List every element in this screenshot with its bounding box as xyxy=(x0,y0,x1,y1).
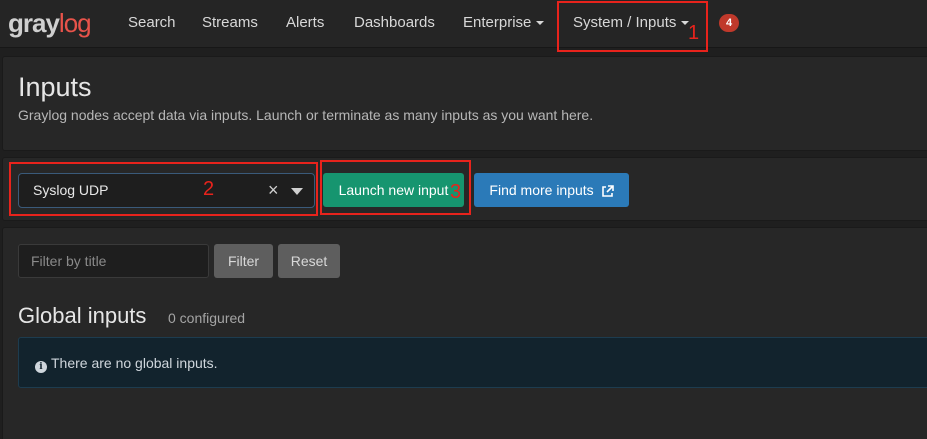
annotation-box-1 xyxy=(557,1,708,52)
notification-badge[interactable]: 4 xyxy=(719,14,739,32)
logo-text-red: log xyxy=(58,8,92,38)
info-circle-icon: i xyxy=(35,361,47,373)
filter-by-title-input[interactable] xyxy=(18,244,209,278)
nav-enterprise-label: Enterprise xyxy=(463,14,532,31)
alert-text-row: i There are no global inputs. xyxy=(35,355,218,373)
annotation-number-1: 1 xyxy=(688,22,700,44)
find-more-label: Find more inputs xyxy=(489,182,594,198)
external-link-icon xyxy=(601,184,614,197)
logo-text-gray: gray xyxy=(8,8,60,38)
global-inputs-count: 0 configured xyxy=(168,310,246,326)
graylog-logo[interactable]: graylog xyxy=(8,8,92,38)
top-navbar: graylog Search Streams Alerts Dashboards… xyxy=(0,0,927,48)
annotation-box-2 xyxy=(9,162,318,216)
annotation-number-3: 3 xyxy=(450,181,462,203)
nav-search[interactable]: Search xyxy=(128,14,176,32)
filter-button[interactable]: Filter xyxy=(214,244,273,278)
global-inputs-title: Global inputs xyxy=(18,303,147,328)
caret-down-icon xyxy=(536,21,545,26)
page-header-panel xyxy=(2,56,927,151)
alert-message: There are no global inputs. xyxy=(51,355,218,371)
page-description: Graylog nodes accept data via inputs. La… xyxy=(18,107,594,123)
nav-dashboards-label: Dashboards xyxy=(354,14,435,31)
nav-streams[interactable]: Streams xyxy=(202,14,258,32)
nav-enterprise[interactable]: Enterprise xyxy=(463,14,545,32)
no-global-inputs-alert: i There are no global inputs. xyxy=(18,337,927,388)
annotation-number-2: 2 xyxy=(203,178,215,200)
find-more-inputs-button[interactable]: Find more inputs xyxy=(474,173,629,207)
nav-dashboards[interactable]: Dashboards xyxy=(354,14,435,32)
reset-button[interactable]: Reset xyxy=(278,244,340,278)
page-title: Inputs xyxy=(18,72,92,102)
nav-alerts-label: Alerts xyxy=(286,14,325,31)
annotation-box-3 xyxy=(320,160,471,215)
nav-search-label: Search xyxy=(128,14,176,31)
nav-streams-label: Streams xyxy=(202,14,258,31)
nav-alerts[interactable]: Alerts xyxy=(286,14,324,32)
